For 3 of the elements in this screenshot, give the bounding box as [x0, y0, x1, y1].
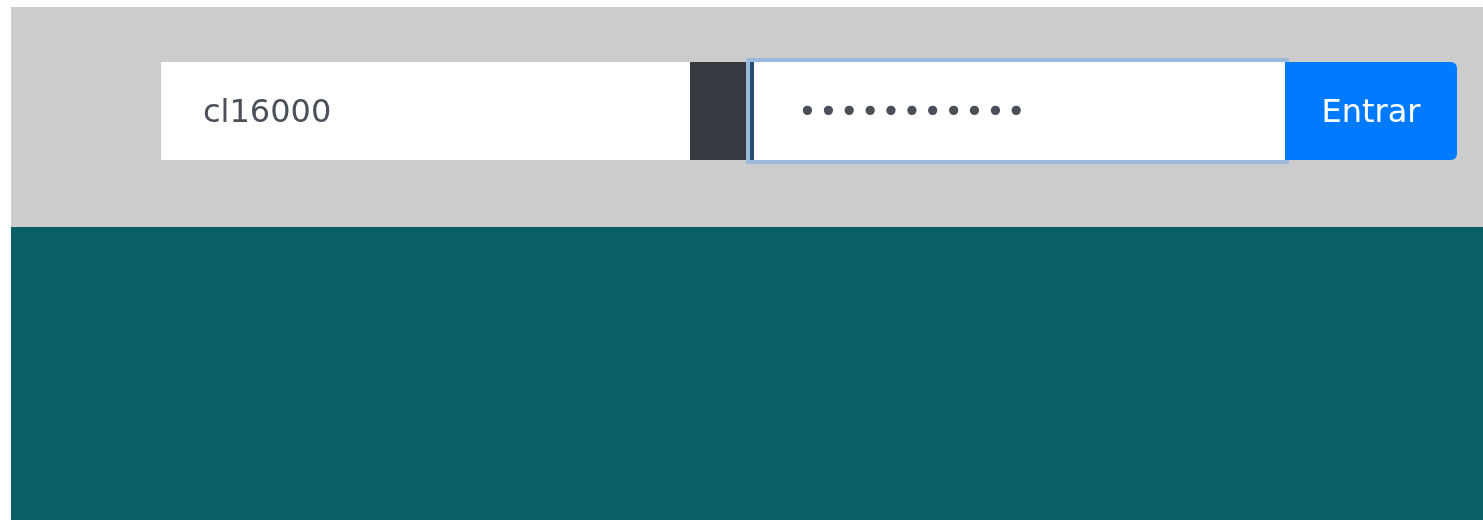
login-button[interactable]: Entrar — [1285, 62, 1457, 160]
username-field[interactable]: cl16000 — [161, 62, 690, 160]
password-field[interactable]: ••••••••••• — [750, 62, 1285, 160]
